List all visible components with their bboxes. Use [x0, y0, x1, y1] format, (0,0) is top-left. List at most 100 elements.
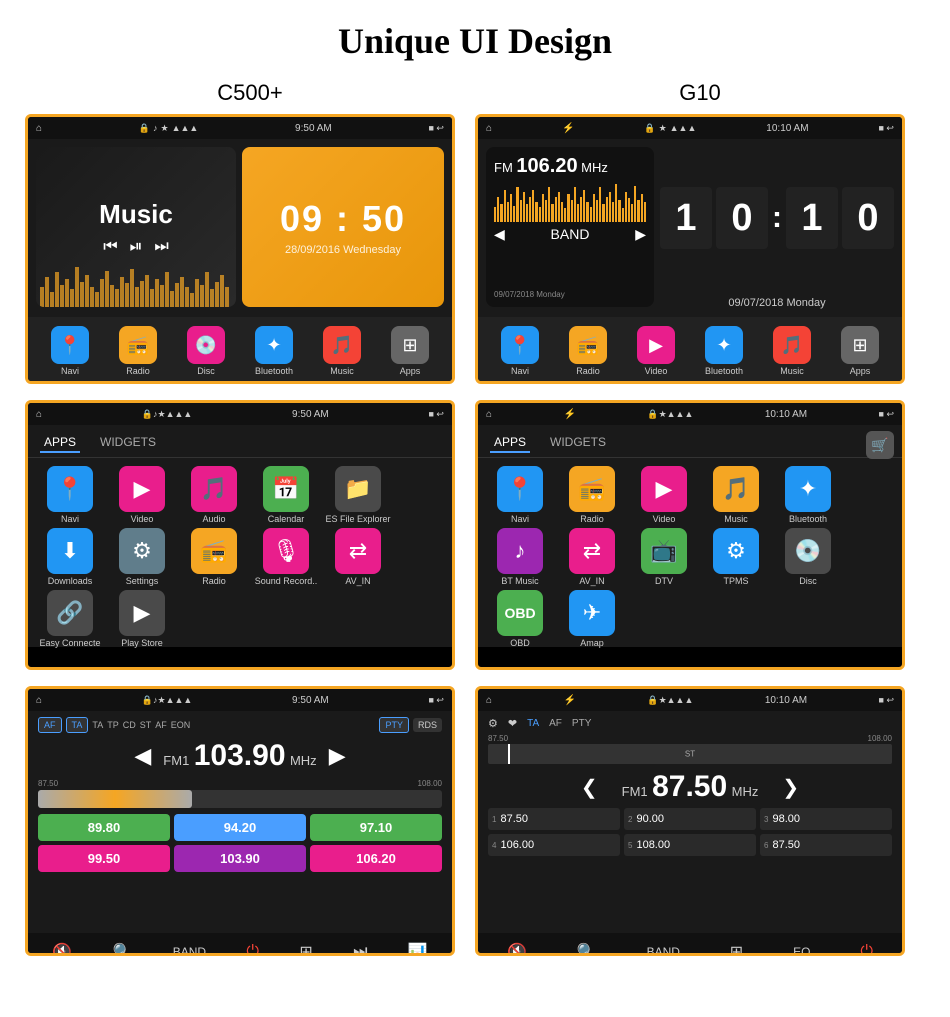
g10-app-video[interactable]: ▶ Video — [626, 326, 686, 376]
c500-prev-freq[interactable]: ◀ — [134, 743, 151, 769]
g10-grid-btn[interactable]: ⊞ — [730, 942, 743, 956]
preset-5[interactable]: 103.90 — [174, 845, 306, 872]
c500-search-btn[interactable]: 🔍 — [112, 942, 132, 956]
g10-grid-music[interactable]: 🎵 Music — [702, 466, 770, 524]
preset-4[interactable]: 99.50 — [38, 845, 170, 872]
tab-widgets[interactable]: WIDGETS — [96, 433, 160, 453]
preset-1[interactable]: 89.80 — [38, 814, 170, 841]
g10-power-btn[interactable]: ⏻ — [860, 943, 873, 956]
c500-music-controls[interactable]: ⏮ ⏯ ⏭ — [103, 238, 169, 256]
g10-preset-5[interactable]: 5 108.00 — [624, 834, 756, 856]
grid-video[interactable]: ▶ Video — [108, 466, 176, 524]
g10-grid-avin[interactable]: ⇄ AV_IN — [558, 528, 626, 586]
play-btn[interactable]: ⏯ — [130, 238, 143, 256]
g10-grid-video-icon: ▶ — [641, 466, 687, 512]
g10-preset-2[interactable]: 2 90.00 — [624, 808, 756, 830]
tag-af[interactable]: AF — [38, 717, 62, 733]
g10-main-freq-row: ❮ FM1 87.50 MHz ❯ — [488, 770, 892, 804]
g10-preset-6[interactable]: 6 87.50 — [760, 834, 892, 856]
g10-app-radio[interactable]: 📻 Radio — [558, 326, 618, 376]
next-btn[interactable]: ⏭ — [154, 238, 168, 256]
grid-es-icon: 📁 — [335, 466, 381, 512]
app-disc[interactable]: 💿 Disc — [176, 326, 236, 376]
g10-app-music[interactable]: 🎵 Music — [762, 326, 822, 376]
c500-time: 9:50 AM — [295, 123, 332, 134]
preset-2[interactable]: 94.20 — [174, 814, 306, 841]
app-apps[interactable]: ⊞ Apps — [380, 326, 440, 376]
c500-vol-btn[interactable]: 🔇 — [52, 942, 72, 956]
g10-fav-icon[interactable]: ❤ — [508, 717, 517, 730]
g10-app-navi[interactable]: 📍 Navi — [490, 326, 550, 376]
c500-eq-btn[interactable]: 📊 — [408, 942, 428, 956]
g10-video-label: Video — [645, 366, 668, 376]
c500-freq-value: 103.90 — [194, 739, 286, 772]
app-music[interactable]: 🎵 Music — [312, 326, 372, 376]
g10-bt-icon: ✦ — [705, 326, 743, 364]
g10-search-btn[interactable]: 🔍 — [577, 942, 597, 956]
tag-rds[interactable]: RDS — [413, 718, 442, 732]
g10-grid-obd[interactable]: OBD OBD — [486, 590, 554, 648]
grid-play-store[interactable]: ▶ Play Store — [108, 590, 176, 648]
g10-radio-icon: 📻 — [569, 326, 607, 364]
g10-grid-radio[interactable]: 📻 Radio — [558, 466, 626, 524]
g10-hour1: 1 — [660, 187, 712, 249]
g10-preset-4[interactable]: 4 106.00 — [488, 834, 620, 856]
g10-preset-3[interactable]: 3 98.00 — [760, 808, 892, 830]
g10-grid-dtv[interactable]: 📺 DTV — [630, 528, 698, 586]
grid-audio[interactable]: 🎵 Audio — [180, 466, 248, 524]
preset-6[interactable]: 106.20 — [310, 845, 442, 872]
grid-sound-rec[interactable]: 🎙 Sound Record.. — [252, 528, 320, 586]
g10-vol-btn[interactable]: 🔇 — [507, 942, 527, 956]
g10-prev-btn[interactable]: ◀ — [494, 226, 505, 243]
tab-apps[interactable]: APPS — [40, 433, 80, 453]
prev-btn[interactable]: ⏮ — [103, 238, 117, 256]
g10-settings-icon[interactable]: ⚙ — [488, 717, 498, 730]
c500-skip-btn[interactable]: ⏭ — [353, 943, 367, 956]
g10-app-bt[interactable]: ✦ Bluetooth — [694, 326, 754, 376]
g10-app-apps[interactable]: ⊞ Apps — [830, 326, 890, 376]
c500-band-btn[interactable]: BAND — [173, 945, 206, 956]
grid-avin[interactable]: ⇄ AV_IN — [324, 528, 392, 586]
grid-calendar[interactable]: 📅 Calendar — [252, 466, 320, 524]
g10-grid-amap[interactable]: ✈ Amap — [558, 590, 626, 648]
grid-easy-conn[interactable]: 🔗 Easy Connecte — [36, 590, 104, 648]
g10-home-screen: ⌂ ⚡ 🔒 ★ ▲▲▲ 10:10 AM ■ ↩ FM 106.20 MHz — [475, 114, 905, 384]
g10-radio-controls[interactable]: ◀ BAND ▶ — [494, 226, 646, 243]
app-bluetooth[interactable]: ✦ Bluetooth — [244, 326, 304, 376]
g10-date-small: 09/07/2018 Monday — [494, 290, 646, 299]
grid-settings[interactable]: ⚙ Settings — [108, 528, 176, 586]
c500-next-freq[interactable]: ▶ — [329, 743, 346, 769]
g10-tab-widgets[interactable]: WIDGETS — [546, 433, 610, 453]
g10-next-btn[interactable]: ❯ — [782, 775, 799, 800]
g10-next-btn[interactable]: ▶ — [635, 226, 646, 243]
g10-store-icon[interactable]: 🛒 — [866, 431, 894, 459]
c500-radio-content: AF TA TA TP CD ST AF EON PTY RDS ◀ FM1 1… — [28, 711, 452, 933]
tag-pty[interactable]: PTY — [379, 717, 409, 733]
g10-eq-btn[interactable]: EQ — [793, 945, 810, 956]
g10-tab-apps[interactable]: APPS — [490, 433, 530, 453]
c500-radio-screen: ⌂ 🔒♪★▲▲▲ 9:50 AM ■ ↩ AF TA TA TP CD ST A… — [25, 686, 455, 956]
g10-grid-avin-icon: ⇄ — [569, 528, 615, 574]
grid-avin-label: AV_IN — [345, 576, 370, 586]
g10-grid-tpms[interactable]: ⚙ TPMS — [702, 528, 770, 586]
g10-grid-disc[interactable]: 💿 Disc — [774, 528, 842, 586]
grid-radio[interactable]: 📻 Radio — [180, 528, 248, 586]
g10-grid-video[interactable]: ▶ Video — [630, 466, 698, 524]
tag-ta[interactable]: TA — [66, 717, 89, 733]
g10-grid-navi[interactable]: 📍 Navi — [486, 466, 554, 524]
c500-grid-btn[interactable]: ⊞ — [299, 942, 312, 956]
g10-preset-1[interactable]: 1 87.50 — [488, 808, 620, 830]
app-navi[interactable]: 📍 Navi — [40, 326, 100, 376]
g10-band-btn[interactable]: BAND — [647, 945, 680, 956]
g10-grid-bt[interactable]: ✦ Bluetooth — [774, 466, 842, 524]
g10-grid-btmusic[interactable]: ♪ BT Music — [486, 528, 554, 586]
grid-navi[interactable]: 📍 Navi — [36, 466, 104, 524]
app-radio[interactable]: 📻 Radio — [108, 326, 168, 376]
grid-downloads[interactable]: ⬇ Downloads — [36, 528, 104, 586]
grid-es-file[interactable]: 📁 ES File Explorer — [324, 466, 392, 524]
g10-prev-btn[interactable]: ❮ — [581, 775, 598, 800]
c500-power-btn[interactable]: ⏻ — [246, 943, 259, 956]
grid-video-label: Video — [131, 514, 154, 524]
grid-navi-icon: 📍 — [47, 466, 93, 512]
preset-3[interactable]: 97.10 — [310, 814, 442, 841]
